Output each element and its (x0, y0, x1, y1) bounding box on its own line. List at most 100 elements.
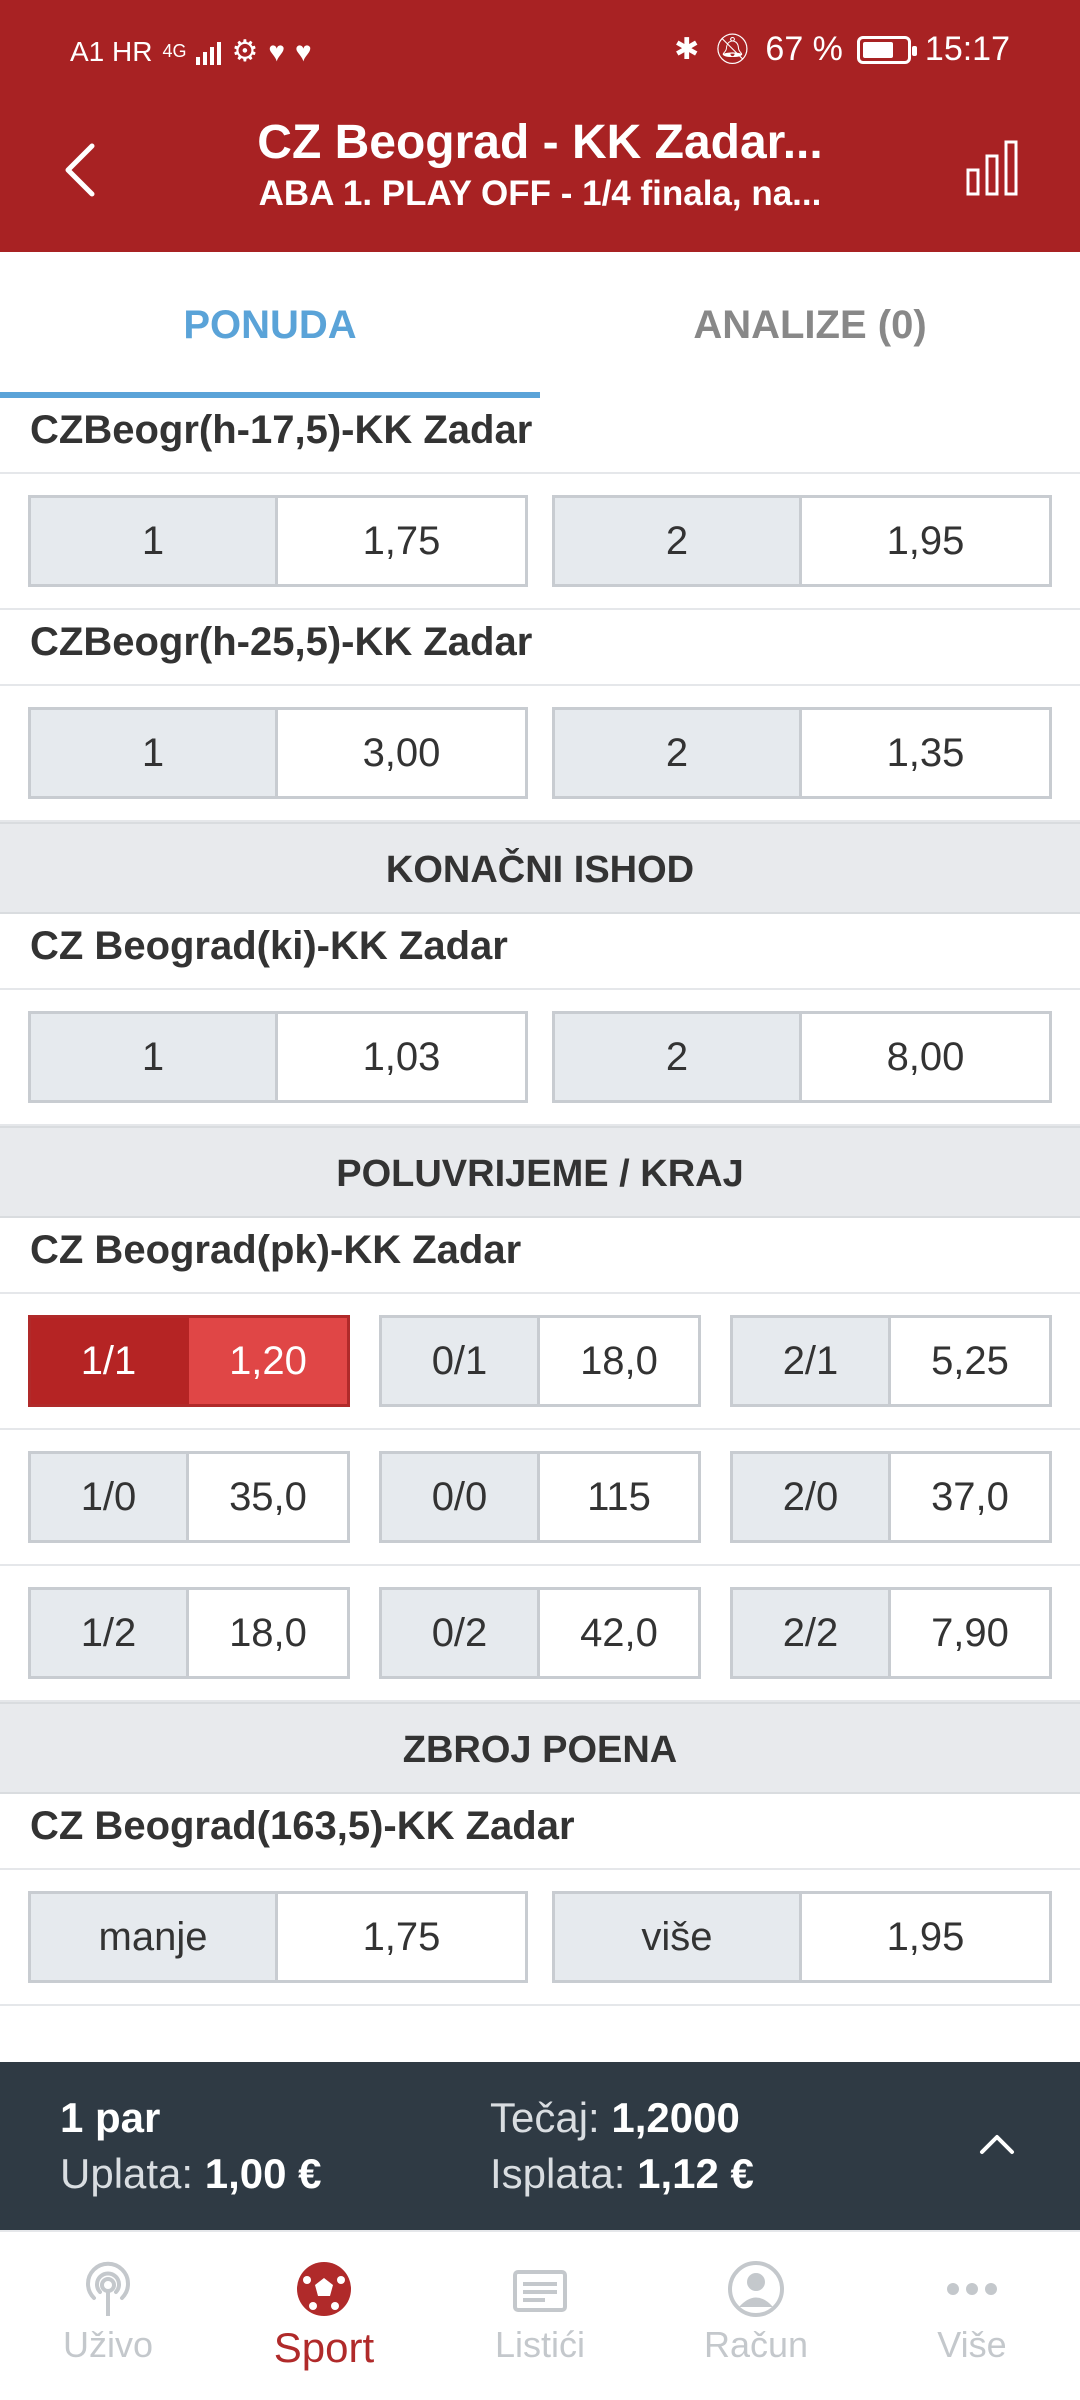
odd-value: 115 (540, 1454, 698, 1540)
app-header: A1 HR 4G ⚙ ♥ ♥ ✱ 🔕︎ 67 % 15:17 CZ Beogra… (0, 0, 1080, 252)
nav-item-tickets[interactable]: Listići (432, 2232, 648, 2400)
odd-button-1-0[interactable]: 1/0 35,0 (28, 1451, 350, 1543)
live-broadcast-icon (86, 2261, 130, 2316)
account-icon (728, 2261, 784, 2317)
odd-value: 35,0 (189, 1454, 347, 1540)
odds-row: 1 3,00 2 1,35 (0, 686, 1080, 822)
match-title-block: CZ Beograd - KK Zadar... ABA 1. PLAY OFF… (150, 115, 930, 214)
outcome-label: 0/0 (382, 1454, 540, 1540)
market-title: CZ Beograd(pk)-KK Zadar (0, 1218, 1080, 1294)
network-label: 4G (162, 41, 187, 61)
odd-button-2[interactable]: 2 8,00 (552, 1011, 1052, 1103)
odds-row: 1 1,03 2 8,00 (0, 990, 1080, 1126)
bottom-navigation: Uživo Sport Listići Račun Više (0, 2230, 1080, 2400)
outcome-label: 0/2 (382, 1590, 540, 1676)
market-list: CZBeogr(h-17,5)-KK Zadar 1 1,75 2 1,95 C… (0, 398, 1080, 2006)
battery-icon (856, 35, 917, 64)
odd-button-0-2[interactable]: 0/2 42,0 (379, 1587, 701, 1679)
carrier-label: A1 HR (70, 35, 153, 67)
odd-value: 18,0 (540, 1318, 698, 1404)
odd-button-2[interactable]: 2 1,95 (552, 495, 1052, 587)
nav-label: Listići (494, 2324, 586, 2365)
odd-button-0-0[interactable]: 0/0 115 (379, 1451, 701, 1543)
odd-button-1-2[interactable]: 1/2 18,0 (28, 1587, 350, 1679)
match-title: CZ Beograd - KK Zadar... (257, 116, 823, 169)
odd-button-1[interactable]: 1 3,00 (28, 707, 528, 799)
odd-button-2[interactable]: 2 1,35 (552, 707, 1052, 799)
chevron-up-icon[interactable] (974, 2122, 1020, 2168)
bluetooth-icon: ✱ (674, 33, 700, 66)
market-title: CZ Beograd(163,5)-KK Zadar (0, 1794, 1080, 1870)
back-arrow-icon[interactable] (60, 140, 100, 200)
outcome-label: 2/0 (733, 1454, 891, 1540)
outcome-label: 1 (31, 498, 278, 584)
clock: 15:17 (924, 30, 1010, 68)
odds-row: 1/0 35,0 0/0 115 2/0 37,0 (0, 1430, 1080, 1566)
outcome-label: više (555, 1894, 802, 1980)
nav-item-account[interactable]: Račun (648, 2232, 864, 2400)
tab-bar: PONUDA ANALIZE (0) (0, 252, 1080, 398)
outcome-label: 2/2 (733, 1590, 891, 1676)
odd-button-under[interactable]: manje 1,75 (28, 1891, 528, 1983)
odds-row: 1/1 1,20 0/1 18,0 2/1 5,25 (0, 1294, 1080, 1430)
section-header-halftime-fulltime: POLUVRIJEME / KRAJ (0, 1126, 1080, 1218)
odd-button-0-1[interactable]: 0/1 18,0 (379, 1315, 701, 1407)
outcome-label: 2 (555, 710, 802, 796)
outcome-label: 1/2 (31, 1590, 189, 1676)
outcome-label: 1 (31, 710, 278, 796)
app-notification-icon: ♥ (295, 35, 312, 67)
stake-value: 1,00 € (204, 2150, 322, 2197)
market-title: CZ Beograd(ki)-KK Zadar (0, 914, 1080, 990)
match-subtitle: ABA 1. PLAY OFF - 1/4 finala, na... (258, 174, 822, 213)
outcome-label: 2/1 (733, 1318, 891, 1404)
payout-value: 1,12 € (637, 2150, 754, 2197)
tab-ponuda[interactable]: PONUDA (0, 252, 540, 398)
nav-item-sport[interactable]: Sport (216, 2232, 432, 2400)
odd-button-over[interactable]: više 1,95 (552, 1891, 1052, 1983)
odd-button-2-2[interactable]: 2/2 7,90 (730, 1587, 1052, 1679)
nav-item-live[interactable]: Uživo (0, 2232, 216, 2400)
mute-bell-icon: 🔕︎ (713, 33, 752, 66)
payout-label: Isplata: (490, 2150, 626, 2197)
outcome-label: 1 (31, 1014, 278, 1100)
odd-value: 1,20 (189, 1318, 347, 1404)
status-bar: A1 HR 4G ⚙ ♥ ♥ ✱ 🔕︎ 67 % 15:17 (0, 0, 1080, 105)
outcome-label: 1/1 (31, 1318, 189, 1404)
odd-value: 8,00 (802, 1014, 1049, 1100)
odd-value: 1,75 (278, 1894, 525, 1980)
section-header-total-points: ZBROJ POENA (0, 1702, 1080, 1794)
odd-value: 1,35 (802, 710, 1049, 796)
odd-value: 1,03 (278, 1014, 525, 1100)
outcome-label: 2 (555, 498, 802, 584)
odd-button-1[interactable]: 1 1,03 (28, 1011, 528, 1103)
odd-value: 7,90 (891, 1590, 1049, 1676)
nav-item-more[interactable]: Više (864, 2232, 1080, 2400)
soccer-ball-icon (297, 2262, 351, 2316)
outcome-label: 0/1 (382, 1318, 540, 1404)
signal-icon (196, 39, 222, 65)
odd-value: 1,75 (278, 498, 525, 584)
odds-row: 1/2 18,0 0/2 42,0 2/2 7,90 (0, 1566, 1080, 1702)
odds-label: Tečaj: (490, 2094, 600, 2141)
outcome-label: 1/0 (31, 1454, 189, 1540)
odd-value: 18,0 (189, 1590, 347, 1676)
more-dots-icon (947, 2283, 997, 2295)
tab-analize[interactable]: ANALIZE (0) (540, 252, 1080, 398)
nav-label: Više (937, 2324, 1007, 2365)
outcome-label: 2 (555, 1014, 802, 1100)
odd-button-1-1-selected[interactable]: 1/1 1,20 (28, 1315, 350, 1407)
statistics-icon[interactable] (966, 140, 1018, 196)
app-notification-icon: ♥ (268, 35, 286, 67)
tickets-icon (513, 2270, 567, 2312)
odd-button-2-0[interactable]: 2/0 37,0 (730, 1451, 1052, 1543)
odd-button-2-1[interactable]: 2/1 5,25 (730, 1315, 1052, 1407)
nav-label: Račun (703, 2324, 809, 2365)
section-header-final-result: KONAČNI ISHOD (0, 822, 1080, 914)
nav-label: Uživo (62, 2324, 154, 2365)
odd-button-1[interactable]: 1 1,75 (28, 495, 528, 587)
battery-percent: 67 % (765, 30, 843, 68)
odd-value: 42,0 (540, 1590, 698, 1676)
bet-slip-bar[interactable]: 1 par Uplata: 1,00 € Tečaj: 1,2000 Ispla… (0, 2062, 1080, 2230)
odds-row: 1 1,75 2 1,95 (0, 474, 1080, 610)
odds-value: 1,2000 (611, 2094, 740, 2141)
